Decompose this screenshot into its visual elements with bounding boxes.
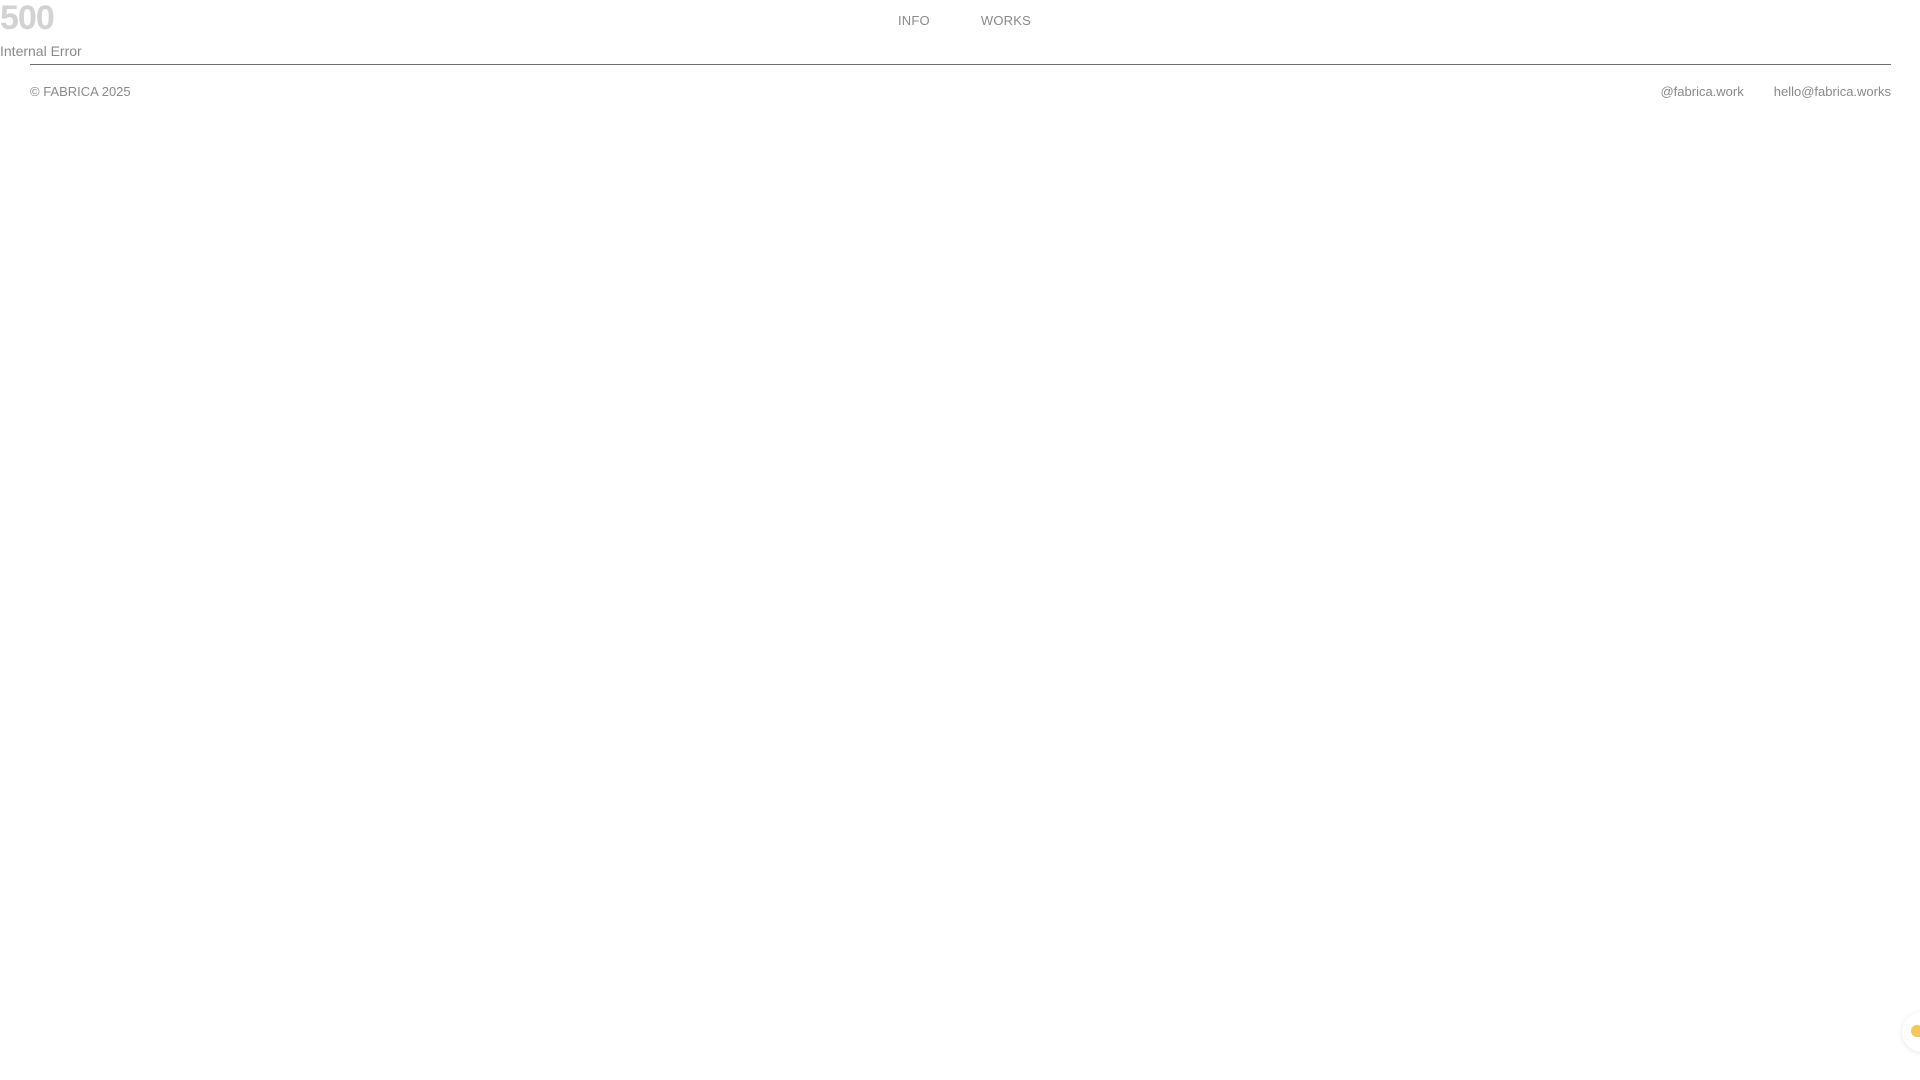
instagram-handle-link[interactable]: @fabrica.work: [1660, 84, 1743, 100]
nav-link-info[interactable]: INFO: [898, 13, 930, 29]
nav-link-works[interactable]: WORKS: [981, 13, 1031, 29]
error-message: Internal Error: [0, 43, 82, 59]
chat-widget-button[interactable]: [1902, 1012, 1920, 1052]
footer-links: @fabrica.work hello@fabrica.works: [1660, 84, 1891, 100]
footer-copyright: © FABRICA 2025: [30, 84, 131, 99]
footer-divider: [30, 64, 1891, 65]
chat-bubble-icon: [1911, 1025, 1920, 1037]
error-code: 500: [0, 0, 55, 37]
main-nav: INFO WORKS: [898, 13, 1031, 29]
email-link[interactable]: hello@fabrica.works: [1774, 84, 1891, 100]
error-page: 500 Internal Error INFO WORKS © FABRICA …: [0, 0, 1920, 1080]
